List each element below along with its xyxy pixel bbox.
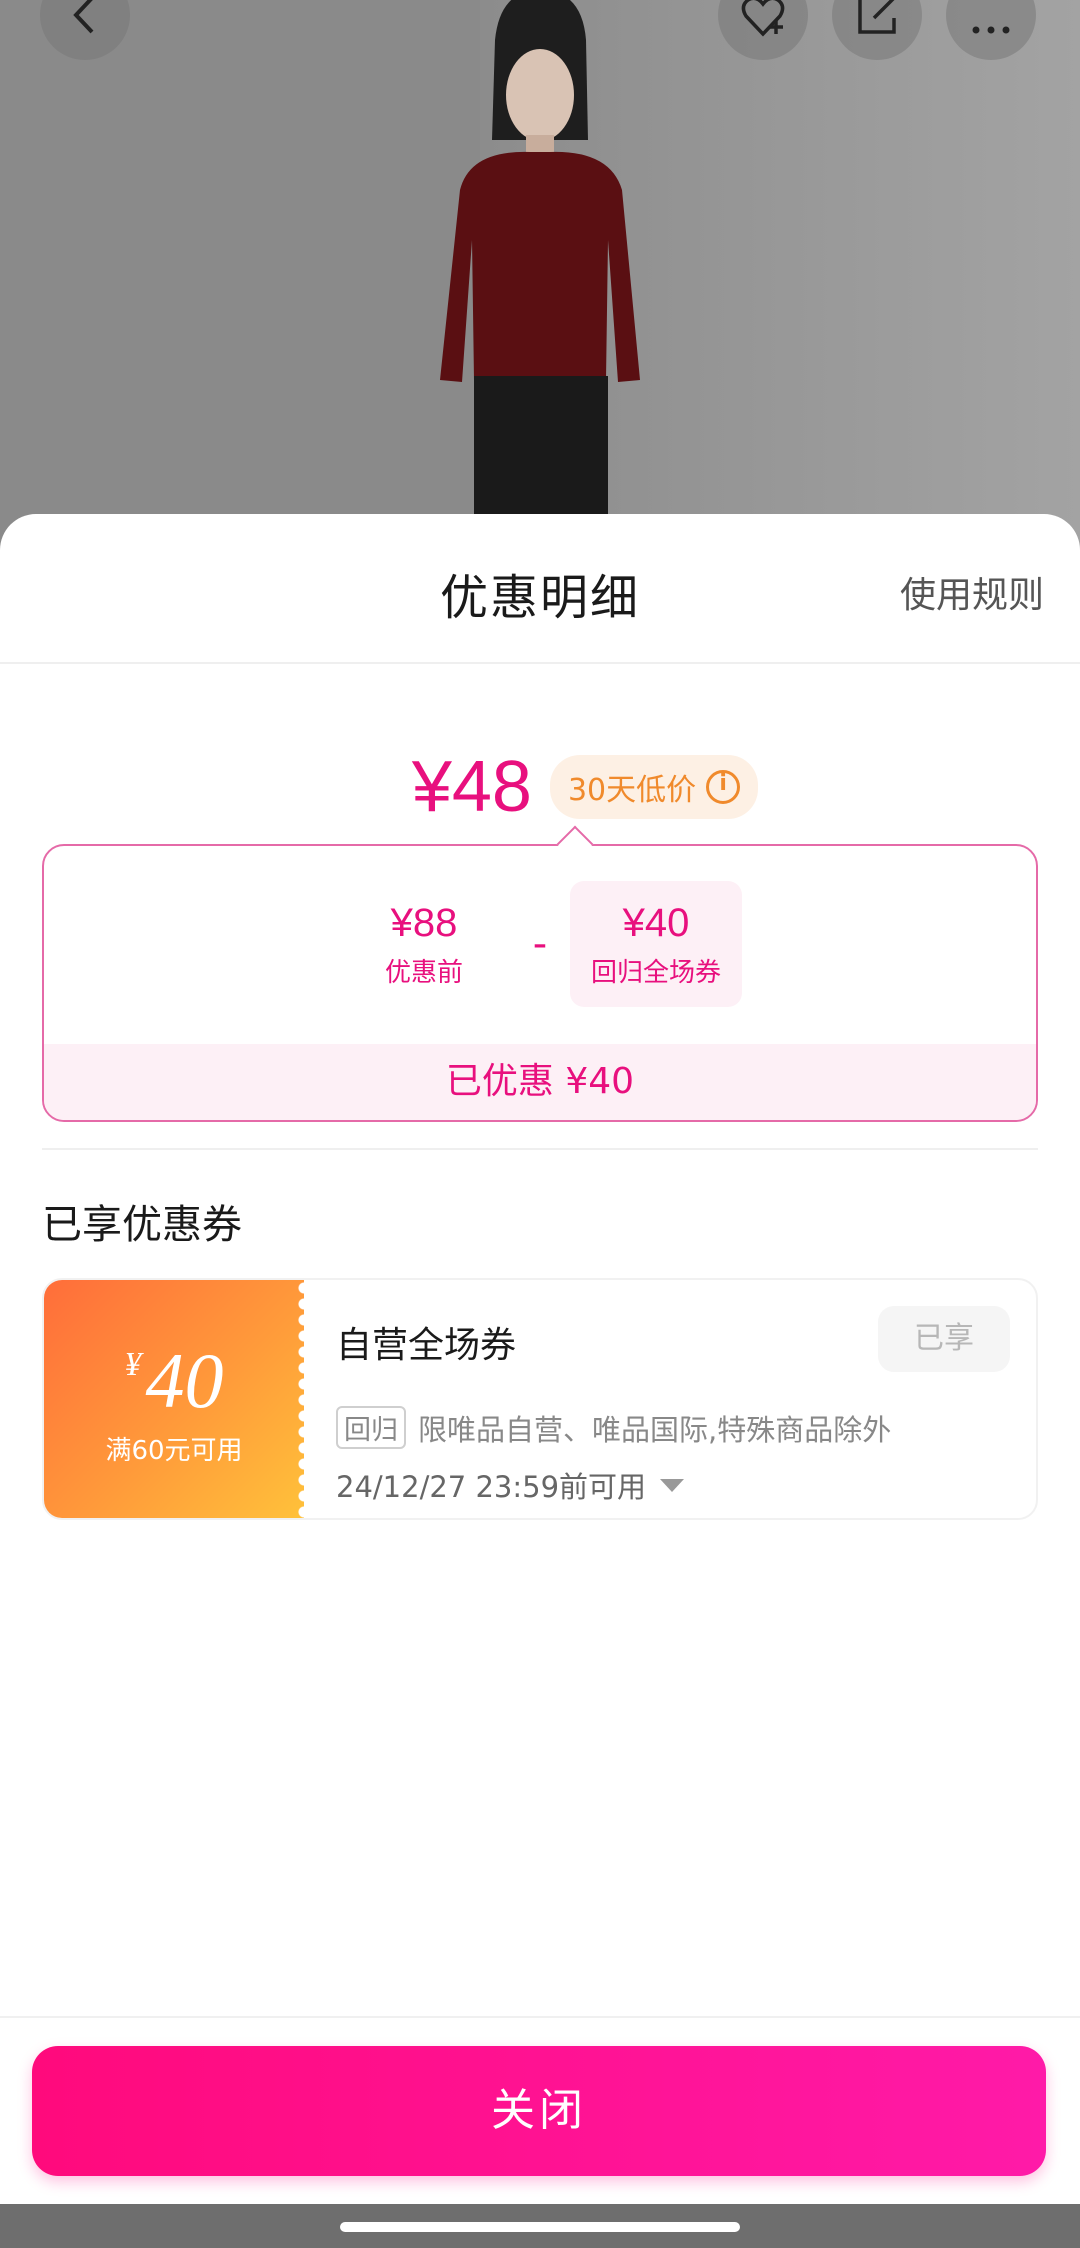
heart-plus-icon	[741, 0, 785, 37]
coupon-expiry-text: 24/12/27 23:59前可用	[336, 1470, 647, 1504]
footer-divider	[0, 2016, 1080, 2018]
product-image	[0, 0, 1080, 560]
coupon-deduction-value: ¥40	[622, 901, 690, 945]
final-price-row: ¥48 30天低价	[0, 732, 1080, 842]
calc-items: ¥88 优惠前 - ¥40 回归全场券	[44, 880, 1036, 1008]
coupon-tag: 回归	[336, 1406, 406, 1449]
minus-operator: -	[532, 921, 548, 967]
coupon-value-panel: ¥40 满60元可用	[44, 1280, 312, 1518]
original-price-item: ¥88 优惠前	[338, 881, 510, 1007]
chevron-down-icon	[660, 1478, 685, 1492]
original-price-value: ¥88	[390, 901, 458, 945]
info-icon	[706, 770, 741, 804]
coupon-amount: ¥40	[44, 1336, 304, 1426]
usage-rules-link[interactable]: 使用规则	[900, 566, 1044, 618]
model-figure	[440, 0, 640, 560]
low-price-badge[interactable]: 30天低价	[549, 755, 759, 819]
coupon-perforation	[296, 1280, 312, 1518]
divider	[42, 1148, 1038, 1150]
back-icon	[73, 0, 94, 34]
coupon-deduction-label: 回归全场券	[590, 958, 721, 988]
coupon-expiry[interactable]: 24/12/27 23:59前可用	[336, 1464, 685, 1506]
applied-coupons-title: 已享优惠券	[42, 1202, 242, 1248]
discount-detail-sheet: 优惠明细 使用规则 ¥48 30天低价 ¥88 优惠前 - ¥40 回归全场券 …	[0, 514, 1080, 2204]
sheet-header: 优惠明细 使用规则	[0, 514, 1080, 664]
back-button[interactable]	[40, 0, 130, 60]
coupon-status-badge: 已享	[878, 1306, 1010, 1372]
low-price-badge-label: 30天低价	[567, 773, 697, 808]
more-icon	[972, 26, 1010, 34]
home-indicator[interactable]	[340, 2222, 740, 2232]
share-icon	[858, 0, 896, 34]
coupon-condition: 满60元可用	[105, 1436, 243, 1466]
close-button[interactable]: 关闭	[32, 2046, 1046, 2176]
final-price: ¥48	[411, 747, 532, 827]
coupon-deduction-item: ¥40 回归全场券	[570, 881, 742, 1007]
coupon-amount-value: 40	[145, 1337, 224, 1424]
price-calculation-box: ¥88 优惠前 - ¥40 回归全场券 已优惠 ¥40	[42, 825, 1038, 1122]
coupon-scope-text: 限唯品自营、唯品国际,特殊商品除外	[418, 1412, 892, 1447]
coupon-name: 自营全场券	[336, 1325, 517, 1366]
original-price-label: 优惠前	[384, 958, 463, 988]
coupon-yen-symbol: ¥	[124, 1346, 142, 1383]
coupon-card[interactable]: ¥40 满60元可用 自营全场券 已享 回归 限唯品自营、唯品国际,特殊商品除外…	[42, 1278, 1038, 1520]
coupon-scope: 回归 限唯品自营、唯品国际,特殊商品除外	[336, 1406, 891, 1449]
total-saved-bar: 已优惠 ¥40	[44, 1044, 1036, 1120]
